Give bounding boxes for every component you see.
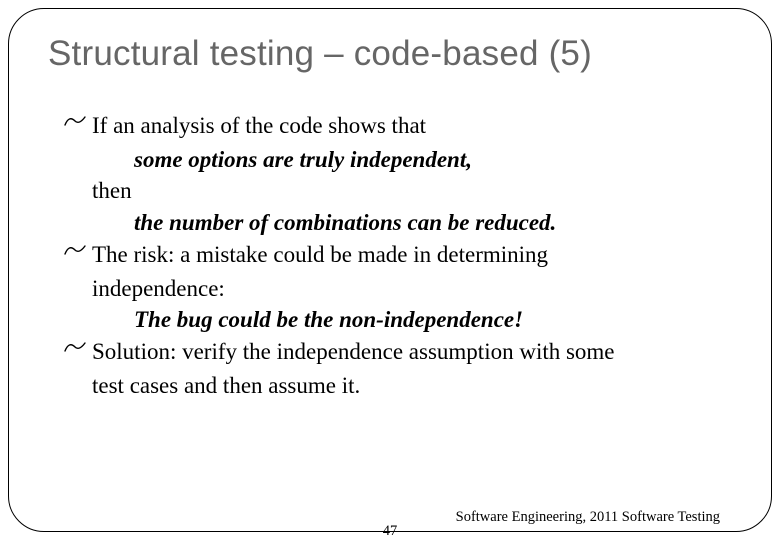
- slide-body: If an analysis of the code shows that so…: [64, 110, 732, 402]
- bullet-glyph-icon: [64, 338, 86, 362]
- bullet-1: If an analysis of the code shows that: [64, 110, 732, 142]
- bullet-1-text: If an analysis of the code shows that: [92, 113, 426, 138]
- emphasis-1: some options are truly independent,: [64, 144, 732, 176]
- bullet-2-cont: independence:: [64, 273, 732, 305]
- page-number: 47: [0, 523, 780, 540]
- bullet-3-cont: test cases and then assume it.: [64, 370, 732, 402]
- emphasis-3: The bug could be the non-independence!: [64, 304, 732, 336]
- bullet-2: The risk: a mistake could be made in det…: [64, 239, 732, 271]
- bullet-3: Solution: verify the independence assump…: [64, 336, 732, 368]
- emphasis-2: the number of combinations can be reduce…: [64, 207, 732, 239]
- bullet-2-text: The risk: a mistake could be made in det…: [92, 242, 548, 267]
- bullet-3-text: Solution: verify the independence assump…: [92, 339, 615, 364]
- slide: Structural testing – code-based (5) If a…: [0, 0, 780, 540]
- bullet-glyph-icon: [64, 112, 86, 136]
- then-line: then: [64, 175, 732, 207]
- slide-title: Structural testing – code-based (5): [48, 34, 740, 74]
- bullet-glyph-icon: [64, 241, 86, 265]
